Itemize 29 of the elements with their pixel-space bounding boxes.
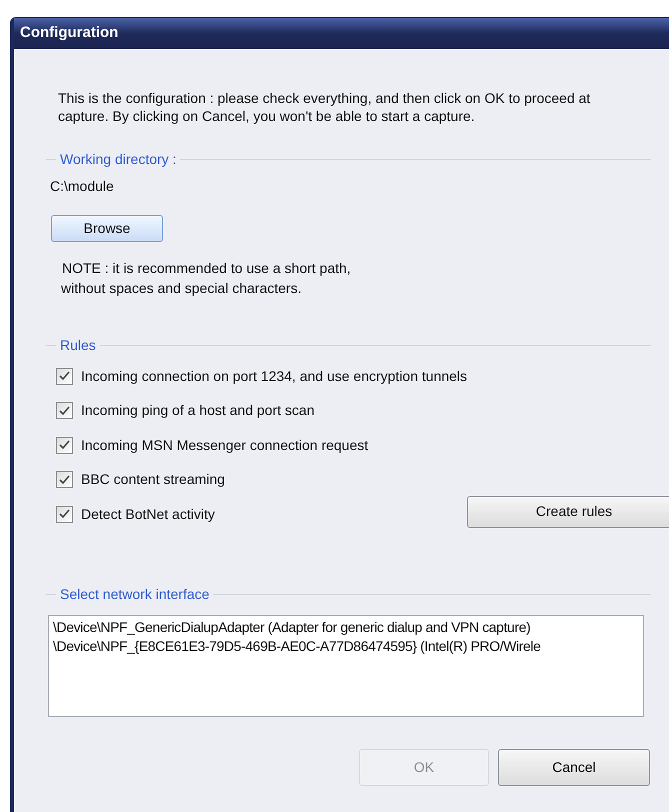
checkbox-label: BBC content streaming — [81, 470, 225, 490]
group-label: Rules — [59, 336, 97, 355]
browse-button[interactable]: Browse — [51, 215, 163, 242]
checkmark-icon — [59, 440, 70, 450]
checkbox[interactable] — [56, 471, 73, 488]
list-item[interactable]: \Device\NPF_GenericDialupAdapter (Adapter for generic dialup and VPN capture) — [53, 618, 643, 636]
checkbox[interactable] — [56, 506, 73, 523]
list-item[interactable]: \Device\NPF_{E8CE61E3-79D5-469B-AE0C-A77D86474595} (Intel(R) PRO/Wirele — [53, 636, 643, 656]
checkbox[interactable] — [56, 368, 73, 385]
checkbox-label: Incoming MSN Messenger connection request — [81, 436, 368, 455]
dialog-button[interactable]: Cancel — [498, 748, 650, 786]
directory-path: C:\module — [49, 177, 115, 196]
checkmark-icon — [59, 371, 70, 382]
checkbox-label: Incoming ping of a host and port scan — [81, 401, 314, 420]
interface-list[interactable]: \Device\NPF_GenericDialupAdapter (Adapter for generic dialup and VPN capture) \Device\NPF_{E8CE61E3-79D5-469B-AE0C-A77D86474595} (Intel(R) PRO/Wirele — [48, 614, 644, 716]
checkbox-label: Incoming connection on port 1234, and use encryption tunnels — [81, 366, 468, 386]
checkmark-icon — [59, 474, 70, 485]
checkbox[interactable] — [56, 402, 73, 420]
create-rules-button[interactable]: Create rules — [467, 496, 669, 528]
checkmark-icon — [59, 509, 70, 520]
note-text: without spaces and special characters. — [61, 279, 302, 298]
window-title: Configuration — [20, 23, 118, 44]
checkbox-label: Detect BotNet activity — [81, 504, 215, 524]
checkmark-icon — [59, 406, 70, 416]
checkbox[interactable] — [56, 436, 73, 454]
note-text: NOTE : it is recommended to use a short path, — [62, 259, 352, 278]
intro-text: This is the configuration : please check everything, and then click on OK to proceed at capture. By clicking on Cancel, you won't be able to start a capture. — [57, 89, 592, 125]
group-label: Select network interface — [59, 584, 210, 604]
group-label: Working directory : — [59, 150, 178, 169]
